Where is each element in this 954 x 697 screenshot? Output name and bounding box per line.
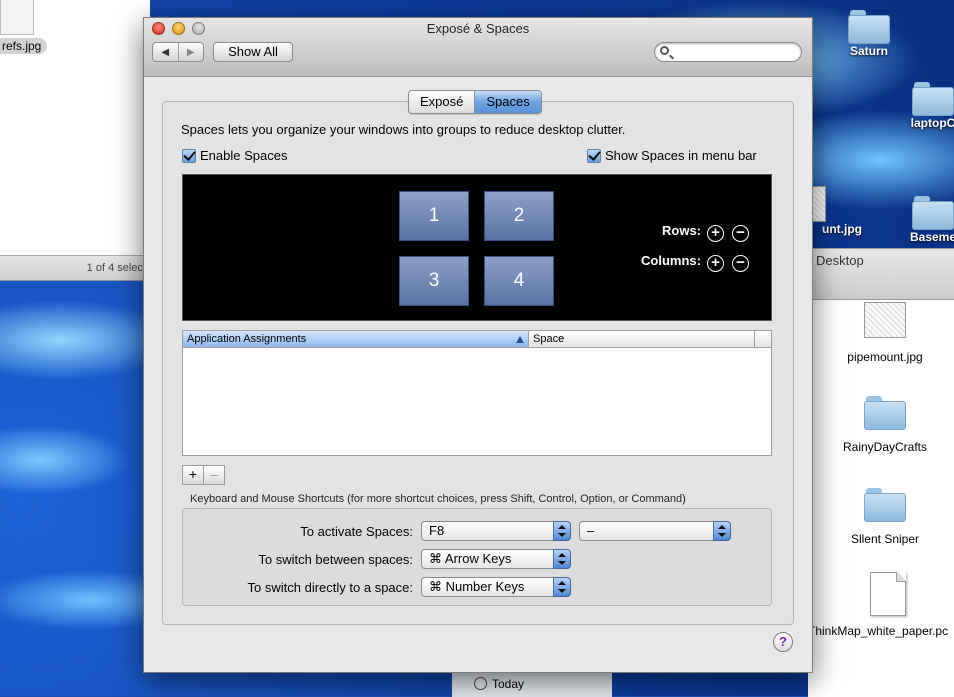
tab-bar: Exposé Spaces <box>408 90 542 114</box>
popup-arrows-icon <box>553 577 571 597</box>
desktop-icon-pipemount[interactable]: pipemount.jpg <box>830 302 940 364</box>
finder-toolbar: Desktop <box>808 249 954 300</box>
popup-value: F8 <box>429 523 445 538</box>
checkbox-checked-icon[interactable] <box>182 148 196 163</box>
rows-plus-icon[interactable]: + <box>707 225 724 242</box>
popup-value: – <box>587 523 595 538</box>
tab-spaces[interactable]: Spaces <box>475 91 541 113</box>
desktop-icon-basement[interactable]: Baseme <box>878 196 954 244</box>
desktop-icon-label: Saturn <box>849 44 888 58</box>
rows-minus-icon[interactable]: − <box>732 225 749 242</box>
desktop-icon-laptop[interactable]: laptopC <box>878 82 954 130</box>
desktop-icon-rainydaycrafts[interactable]: RainyDayCrafts <box>830 396 940 454</box>
desktop-icon-label: pipemount.jpg <box>847 350 923 364</box>
desktop-icon-label: laptopC <box>910 116 954 130</box>
desktop-icon-silent-sniper[interactable]: Sllent Sniper <box>830 488 940 546</box>
switch-between-label: To switch between spaces: <box>258 552 413 567</box>
space-tile-2[interactable]: 2 <box>484 191 554 241</box>
activate-key-popup[interactable]: F8 <box>421 521 571 541</box>
file-label[interactable]: refs.jpg <box>0 38 48 54</box>
expose-spaces-window: Exposé & Spaces ◀ ▶ Show All Exposé Spac… <box>143 17 813 673</box>
search-input[interactable] <box>654 42 802 62</box>
columns-label: Columns: <box>641 253 701 268</box>
add-remove-control: + – <box>182 465 225 485</box>
back-forward-control: ◀ ▶ <box>152 42 204 62</box>
remove-button[interactable]: – <box>204 466 224 484</box>
application-assignments-table[interactable]: Application Assignments Space <box>182 330 772 456</box>
show-spaces-menu-bar-checkbox[interactable]: Show Spaces in menu bar <box>587 148 757 163</box>
desktop-icon-thinkmap[interactable]: ThinkMap_white_paper.pc <box>808 572 954 638</box>
enable-spaces-checkbox[interactable]: Enable Spaces <box>182 148 287 163</box>
space-tile-4[interactable]: 4 <box>484 256 554 306</box>
finder-title: Desktop <box>816 253 864 268</box>
window-title: Exposé & Spaces <box>426 21 530 36</box>
description-text: Spaces lets you organize your windows in… <box>181 122 626 137</box>
space-tile-3[interactable]: 3 <box>399 256 469 306</box>
help-button[interactable]: ? <box>773 632 793 652</box>
columns-plus-icon[interactable]: + <box>707 255 724 272</box>
column-header-label: Application Assignments <box>187 333 307 345</box>
activate-spaces-label: To activate Spaces: <box>300 524 413 539</box>
checkbox-label: Enable Spaces <box>200 148 288 163</box>
popup-arrows-icon <box>553 521 571 541</box>
column-header-app[interactable]: Application Assignments <box>183 331 529 347</box>
desktop-icon-label: RainyDayCrafts <box>842 440 928 454</box>
switch-directly-popup[interactable]: ⌘ Number Keys <box>421 577 571 597</box>
sidebar-item-today[interactable]: Today <box>492 677 524 691</box>
folder-icon <box>912 82 954 116</box>
popup-arrows-icon <box>713 521 731 541</box>
rows-label: Rows: <box>662 223 701 238</box>
switch-directly-label: To switch directly to a space: <box>247 580 413 595</box>
folder-icon <box>864 396 906 430</box>
add-button[interactable]: + <box>183 466 204 484</box>
popup-value: ⌘ Arrow Keys <box>429 551 512 566</box>
column-header-spacer <box>755 331 771 347</box>
shortcuts-box: To activate Spaces: F8 – To switch betwe… <box>182 508 772 606</box>
finder-window-left[interactable]: refs.jpg 1 of 4 select <box>0 0 150 281</box>
switch-between-popup[interactable]: ⌘ Arrow Keys <box>421 549 571 569</box>
popup-arrows-icon <box>553 549 571 569</box>
shortcuts-caption: Keyboard and Mouse Shortcuts (for more s… <box>190 493 686 505</box>
search-icon <box>660 46 669 55</box>
folder-icon <box>848 10 890 44</box>
column-header-space[interactable]: Space <box>529 331 755 347</box>
clock-icon <box>474 677 487 690</box>
table-header: Application Assignments Space <box>183 331 771 348</box>
title-bar[interactable]: Exposé & Spaces ◀ ▶ Show All <box>144 18 812 77</box>
desktop-icon-label: Baseme <box>909 230 954 244</box>
image-file-icon <box>864 302 906 338</box>
desktop-icon-label: ThinkMap_white_paper.pc <box>808 624 949 638</box>
desktop-icon-saturn[interactable]: Saturn <box>814 10 924 58</box>
sort-ascending-icon <box>516 336 524 343</box>
show-all-button[interactable]: Show All <box>213 42 293 62</box>
document-icon <box>870 572 906 616</box>
popup-value: ⌘ Number Keys <box>429 579 525 594</box>
spaces-grid: 1 2 3 4 Rows: Columns: + − + − <box>182 174 772 321</box>
tab-expose[interactable]: Exposé <box>409 91 476 113</box>
folder-icon <box>912 196 954 230</box>
checkbox-checked-icon[interactable] <box>587 148 601 163</box>
activate-mouse-popup[interactable]: – <box>579 521 731 541</box>
finder-status-bar: 1 of 4 select <box>0 255 150 280</box>
space-tile-1[interactable]: 1 <box>399 191 469 241</box>
folder-icon <box>864 488 906 522</box>
desktop-icon-label: Sllent Sniper <box>850 532 920 546</box>
forward-arrow-icon[interactable]: ▶ <box>179 43 204 61</box>
back-arrow-icon[interactable]: ◀ <box>153 43 179 61</box>
columns-minus-icon[interactable]: − <box>732 255 749 272</box>
image-file-icon[interactable] <box>0 0 34 35</box>
checkbox-label: Show Spaces in menu bar <box>605 148 757 163</box>
